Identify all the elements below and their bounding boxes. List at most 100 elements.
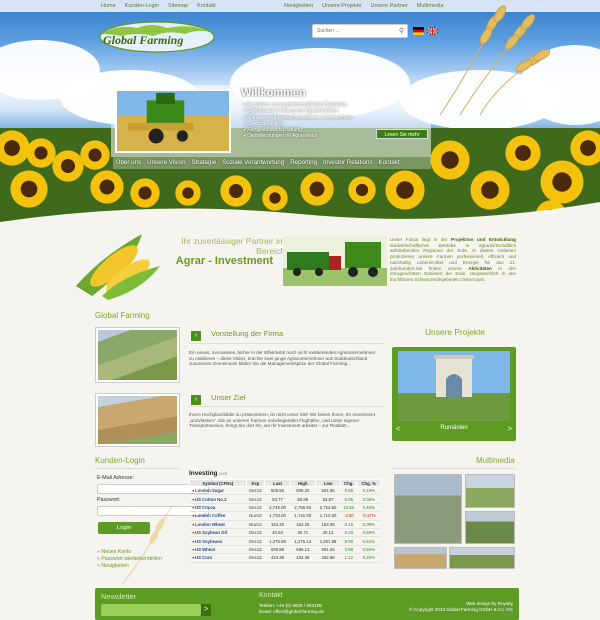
nav-investor-relations[interactable]: Investor Relations <box>323 157 373 169</box>
projects-next-button[interactable]: > <box>508 426 512 433</box>
table-cell: 0.56% <box>356 545 381 555</box>
table-cell: 695.88 <box>264 545 291 555</box>
table-cell: Dec13 <box>246 528 265 538</box>
top-nav-kontakt[interactable]: Kontakt <box>197 3 216 9</box>
investing-logo-text: Investing <box>189 470 218 477</box>
company-text: Ein neues, innovatives, bisher in der Ef… <box>189 350 376 367</box>
global-farming-logo[interactable]: Global Farming <box>97 20 215 54</box>
project-caption[interactable]: Rumänien <box>392 425 516 431</box>
col-low[interactable]: Low <box>314 479 342 487</box>
nav-reporting[interactable]: Reporting <box>290 157 317 169</box>
top-nav-neuigkeiten[interactable]: Neuigkeiten <box>284 3 313 9</box>
col-last[interactable]: Last <box>264 479 291 487</box>
col-chg[interactable]: Chg. <box>340 479 358 487</box>
table-cell: 163.25 <box>264 520 291 529</box>
investing-logo[interactable]: Investing.com <box>189 470 227 477</box>
multimedia-thumb[interactable] <box>465 511 515 544</box>
top-nav-kunden-login[interactable]: Kunden-Login <box>125 3 159 9</box>
footer-email[interactable]: Email: office@global-farming.de <box>259 609 324 615</box>
top-nav-home[interactable]: Home <box>101 3 116 9</box>
projects-title: Unsere Projekte <box>425 327 486 337</box>
focus-link-projektion[interactable]: Projektion und Entwicklung <box>451 237 516 242</box>
footer-credits: Web design by Royalty © Copyright 2013 G… <box>409 601 513 613</box>
table-cell: 506.20 <box>290 486 316 496</box>
table-cell[interactable]: US Cotton No.2 <box>189 494 247 504</box>
welcome-list-item: Management landwirtschaftlicher Unterneh… <box>243 115 352 121</box>
multimedia-thumb[interactable] <box>449 547 515 569</box>
table-cell[interactable]: London Coffee <box>189 511 247 521</box>
read-more-button[interactable]: Lesen Sie mehr <box>376 129 428 139</box>
company-title[interactable]: Vorstellung der Firma <box>211 329 283 338</box>
nav-strategie[interactable]: Strategie <box>192 157 217 169</box>
top-nav-sitemap[interactable]: Sitemap <box>168 3 188 9</box>
arch-icon <box>434 355 474 397</box>
nav-kontakt[interactable]: Kontakt <box>379 157 400 169</box>
password-label: Passwort: <box>97 497 121 503</box>
goal-arrow-button[interactable]: › <box>191 395 201 405</box>
agrar-focus-text: Unser Fokus liegt in der Projektion und … <box>390 237 516 283</box>
welcome-title: Willkommen <box>241 87 306 99</box>
sunflower <box>80 140 110 170</box>
table-cell: 0.55 <box>340 486 357 496</box>
table-cell: 0.19% <box>356 486 381 496</box>
newsletter-input[interactable] <box>101 604 201 616</box>
multimedia-thumb[interactable] <box>394 547 447 569</box>
search-icon[interactable]: ⚲ <box>399 27 404 35</box>
table-cell[interactable]: US Cocoa <box>189 503 247 513</box>
recover-password-link[interactable]: » Passwort wiederherstellen <box>97 556 162 563</box>
focus-link-aktivitaeten[interactable]: Aktivitäten <box>468 266 492 271</box>
table-cell[interactable]: US Wheat <box>189 545 247 555</box>
table-cell[interactable]: London Wheat <box>189 520 247 529</box>
table-cell: 2,722.50 <box>315 503 341 513</box>
multimedia-thumb[interactable] <box>394 474 462 544</box>
table-cell: 504.65 <box>315 486 341 496</box>
goal-title[interactable]: Unser Ziel <box>211 393 246 402</box>
table-header-row: Symbol (CFDs) Exp Last High Low Chg. Chg… <box>189 479 381 487</box>
multimedia-thumb[interactable] <box>465 474 515 508</box>
col-high[interactable]: High <box>289 479 316 487</box>
wheat-ears-icon <box>439 5 550 116</box>
main-nav: Über uns Unsere Vision Strategie Soziale… <box>113 157 431 169</box>
new-account-link[interactable]: » Neues Konto <box>97 549 162 556</box>
top-nav-right: Neuigkeiten Unsere Projekte Unsere Partn… <box>284 3 443 9</box>
news-link[interactable]: » Neuigkeiten <box>97 563 162 570</box>
footer: Newsletter > Kontakt Telefon: +49 (0) 99… <box>95 588 519 620</box>
table-cell[interactable]: London Sugar <box>189 486 247 496</box>
table-row: US CornDec13434.38434.38432.881.120.26% <box>189 553 381 563</box>
table-cell[interactable]: US Corn <box>189 553 247 563</box>
newsletter-submit-button[interactable]: > <box>201 604 211 616</box>
newsletter-title: Newsletter <box>101 592 137 601</box>
col-exp[interactable]: Exp <box>245 479 266 487</box>
table-cell: 12.50 <box>340 503 357 513</box>
top-nav-unsere-partner[interactable]: Unsere Partner <box>370 3 407 9</box>
nav-soziale-verantwortung[interactable]: Soziale Verantwortung <box>222 157 284 169</box>
table-cell: 0.28 <box>340 528 357 538</box>
table-cell: 2,756.50 <box>290 503 316 513</box>
harvester-icon <box>128 92 194 144</box>
nav-unsere-vision[interactable]: Unsere Vision <box>147 157 185 169</box>
table-cell: 1,261.88 <box>315 536 341 546</box>
col-chg-pct[interactable]: Chg. % <box>356 479 381 487</box>
table-cell[interactable]: US Soybean Oil <box>189 528 247 538</box>
table-row: London WheatNov13163.25163.25163.050.150… <box>189 520 381 529</box>
flag-de-icon[interactable] <box>413 27 424 35</box>
multimedia-title: Multimedia <box>476 456 515 465</box>
logo-text: Global Farming <box>103 33 183 47</box>
table-cell[interactable]: US Soybeans <box>189 536 247 546</box>
project-image[interactable] <box>398 351 510 421</box>
footer-contact-title: Kontakt <box>259 592 283 599</box>
table-cell: 1,733.00 <box>264 511 291 521</box>
search-input[interactable] <box>317 28 397 34</box>
top-nav-unsere-projekte[interactable]: Unsere Projekte <box>322 3 361 9</box>
nav-ueber-uns[interactable]: Über uns <box>116 157 141 169</box>
welcome-list-item: Eigenbewirtschaftung von Agrarbetrieben <box>243 108 352 114</box>
farm-aerial-thumbnail[interactable] <box>95 327 180 383</box>
col-symbol[interactable]: Symbol (CFDs) <box>189 479 247 487</box>
table-cell: 434.38 <box>290 553 316 563</box>
field-aerial-thumbnail[interactable] <box>95 393 180 447</box>
table-cell: 2,745.00 <box>264 503 291 513</box>
welcome-list-item: Dienstleistungen im Agrarsektor <box>243 133 352 139</box>
company-arrow-button[interactable]: › <box>191 331 201 341</box>
table-cell: 3.88 <box>340 545 357 555</box>
page: Home Kunden-Login Sitemap Kontakt Neuigk… <box>0 0 600 620</box>
